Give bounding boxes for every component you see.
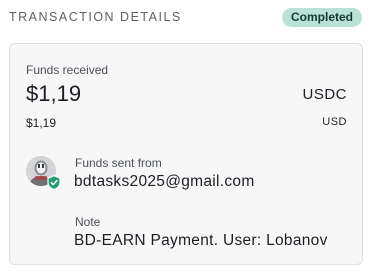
- note-text: BD-EARN Payment. User: Lobanov: [74, 232, 328, 249]
- funds-received-label: Funds received: [26, 63, 109, 77]
- note-label: Note: [75, 215, 101, 229]
- amount-currency: USDC: [302, 86, 347, 103]
- funds-sent-from-label: Funds sent from: [75, 156, 162, 170]
- transaction-card: Funds received $1,19 USDC $1,19 USD Fund…: [9, 43, 363, 265]
- sender-avatar: [26, 156, 61, 190]
- fiat-currency: USD: [322, 116, 347, 128]
- header: TRANSACTION DETAILS Completed: [9, 7, 365, 29]
- transaction-details-panel: TRANSACTION DETAILS Completed Funds rece…: [0, 0, 371, 279]
- sender-email: bdtasks2025@gmail.com: [74, 173, 255, 190]
- verified-shield-icon: [47, 175, 61, 190]
- section-title: TRANSACTION DETAILS: [9, 10, 182, 24]
- amount-value: $1,19: [26, 81, 82, 106]
- fiat-amount-value: $1,19: [26, 116, 57, 130]
- status-badge: Completed: [281, 8, 362, 27]
